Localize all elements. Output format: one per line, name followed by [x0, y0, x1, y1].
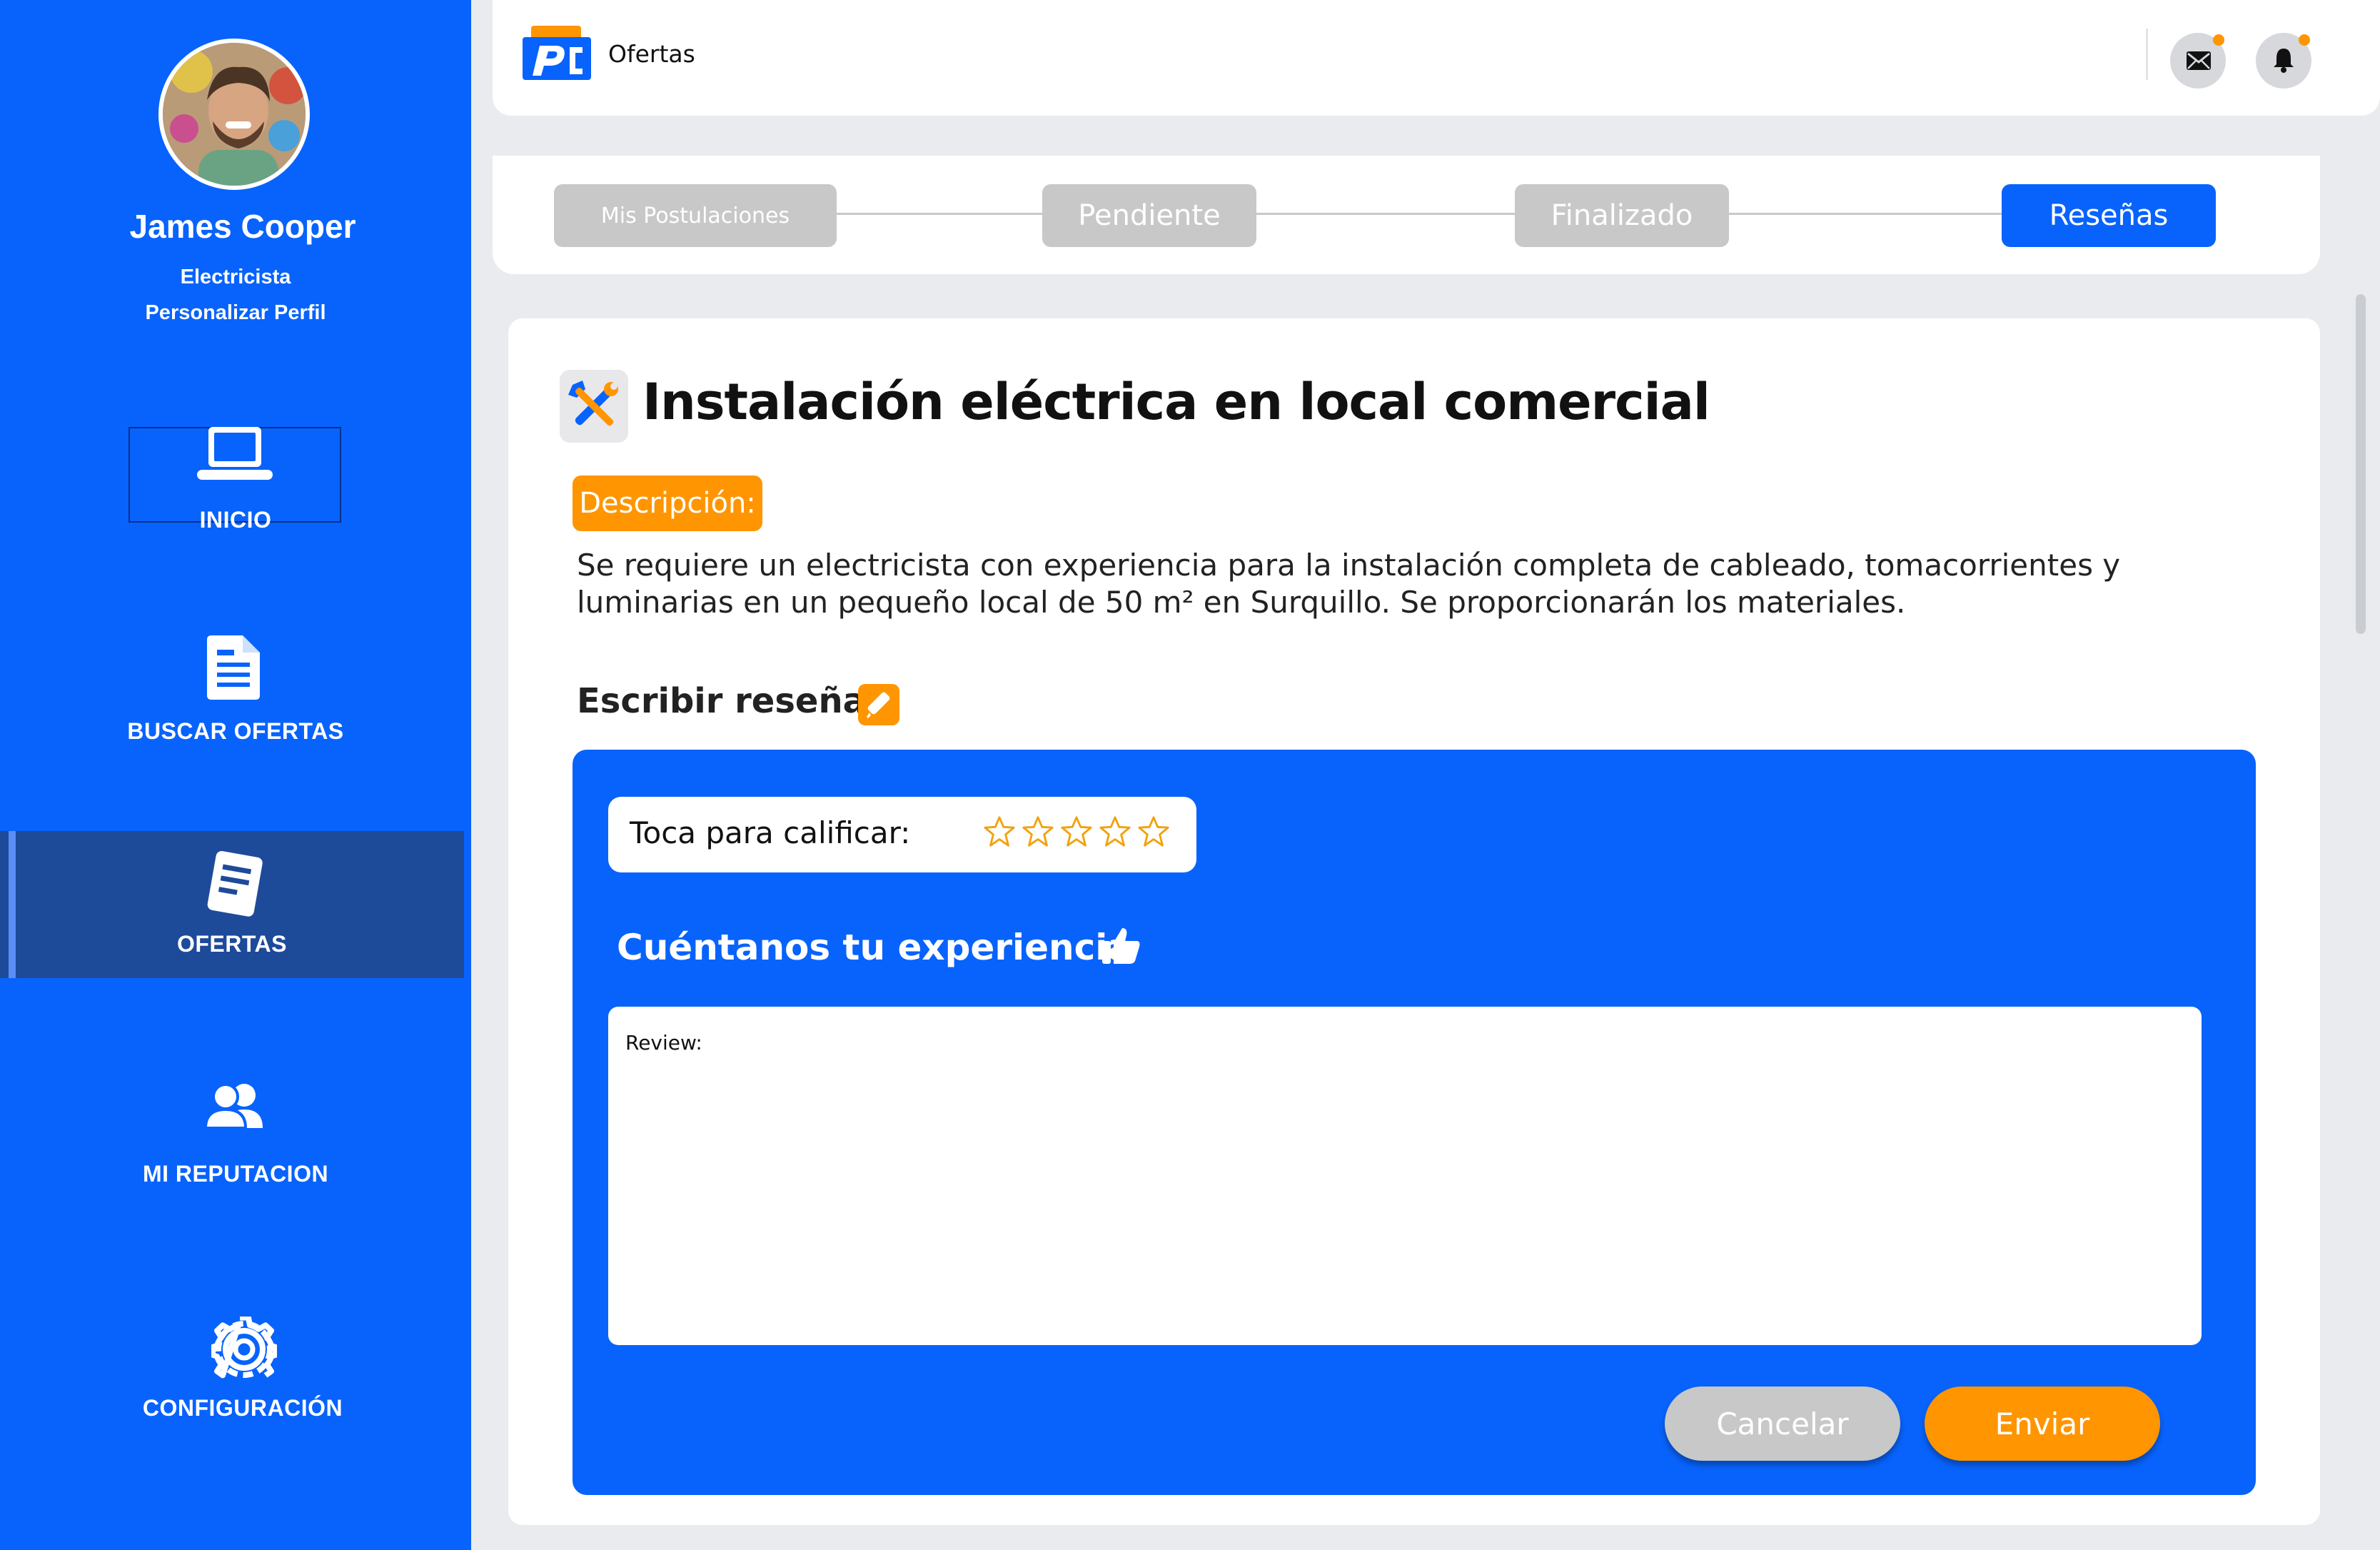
sidebar-item-mi-reputacion[interactable]: MI REPUTACION — [0, 1078, 471, 1192]
sidebar-item-label: MI REPUTACION — [142, 1161, 329, 1187]
star-icon[interactable] — [1059, 814, 1094, 850]
sidebar-item-ofertas[interactable]: OFERTAS — [0, 831, 464, 978]
review-textarea[interactable]: Review: — [608, 1007, 2202, 1345]
sidebar-item-label: CONFIGURACIÓN — [142, 1395, 343, 1421]
thumbs-up-icon — [1101, 925, 1141, 965]
review-form-panel: Toca para calificar: Cuéntanos tu experi… — [573, 750, 2256, 1495]
page-title: Ofertas — [608, 40, 695, 68]
mail-icon — [2186, 51, 2212, 74]
star-rating — [982, 814, 1171, 850]
rating-box: Toca para calificar: — [608, 797, 1196, 872]
bell-icon — [2273, 47, 2294, 76]
user-role: Electricista — [180, 266, 291, 288]
tab-mis-postulaciones[interactable]: Mis Postulaciones — [554, 184, 837, 247]
job-title: Instalación eléctrica en local comercial — [642, 373, 1710, 431]
messages-button[interactable] — [2170, 33, 2226, 89]
tab-resenas[interactable]: Reseñas — [2002, 184, 2216, 247]
star-icon[interactable] — [1136, 814, 1171, 850]
status-stepper: Mis Postulaciones Pendiente Finalizado R… — [493, 156, 2320, 274]
stepper-line — [828, 213, 2113, 215]
tab-finalizado[interactable]: Finalizado — [1515, 184, 1729, 247]
notification-dot — [2213, 34, 2224, 46]
tools-icon — [560, 370, 628, 443]
gear-icon — [210, 1314, 278, 1386]
job-review-card: Instalación eléctrica en local comercial… — [508, 318, 2320, 1525]
cancel-button[interactable]: Cancelar — [1665, 1387, 1900, 1461]
star-icon[interactable] — [1021, 814, 1055, 850]
top-header: Ofertas — [493, 0, 2380, 116]
rating-label: Toca para calificar: — [630, 815, 911, 850]
star-icon[interactable] — [1098, 814, 1132, 850]
experience-heading: Cuéntanos tu experiencia — [617, 927, 1132, 968]
star-icon[interactable] — [982, 814, 1017, 850]
tab-pendiente[interactable]: Pendiente — [1042, 184, 1256, 247]
sidebar-item-label: INICIO — [199, 507, 272, 533]
notifications-button[interactable] — [2256, 33, 2311, 89]
description-badge: Descripción: — [573, 475, 762, 531]
app-logo[interactable] — [523, 26, 591, 80]
user-name: James Cooper — [129, 208, 356, 245]
review-heading: Escribir reseña — [577, 681, 867, 721]
users-icon — [203, 1082, 268, 1132]
avatar[interactable] — [158, 39, 310, 190]
header-divider — [2146, 29, 2148, 80]
notification-dot — [2299, 34, 2310, 46]
document-icon — [207, 635, 260, 703]
sidebar-item-inicio[interactable]: INICIO — [0, 414, 471, 543]
send-button[interactable]: Enviar — [1925, 1387, 2160, 1461]
sidebar-item-label: BUSCAR OFERTAS — [127, 718, 344, 744]
pencil-icon — [858, 684, 899, 725]
sidebar: James Cooper Electricista Personalizar P… — [0, 0, 471, 1550]
laptop-icon — [197, 427, 273, 488]
sidebar-item-label: OFERTAS — [176, 931, 287, 957]
sidebar-item-buscar-ofertas[interactable]: BUSCAR OFERTAS — [0, 628, 471, 757]
job-description: Se requiere un electricista con experien… — [577, 548, 2121, 620]
sidebar-item-configuracion[interactable]: CONFIGURACIÓN — [0, 1312, 485, 1434]
note-icon — [207, 851, 264, 922]
scrollbar[interactable] — [2356, 294, 2366, 634]
customize-profile-link[interactable]: Personalizar Perfil — [0, 301, 471, 325]
